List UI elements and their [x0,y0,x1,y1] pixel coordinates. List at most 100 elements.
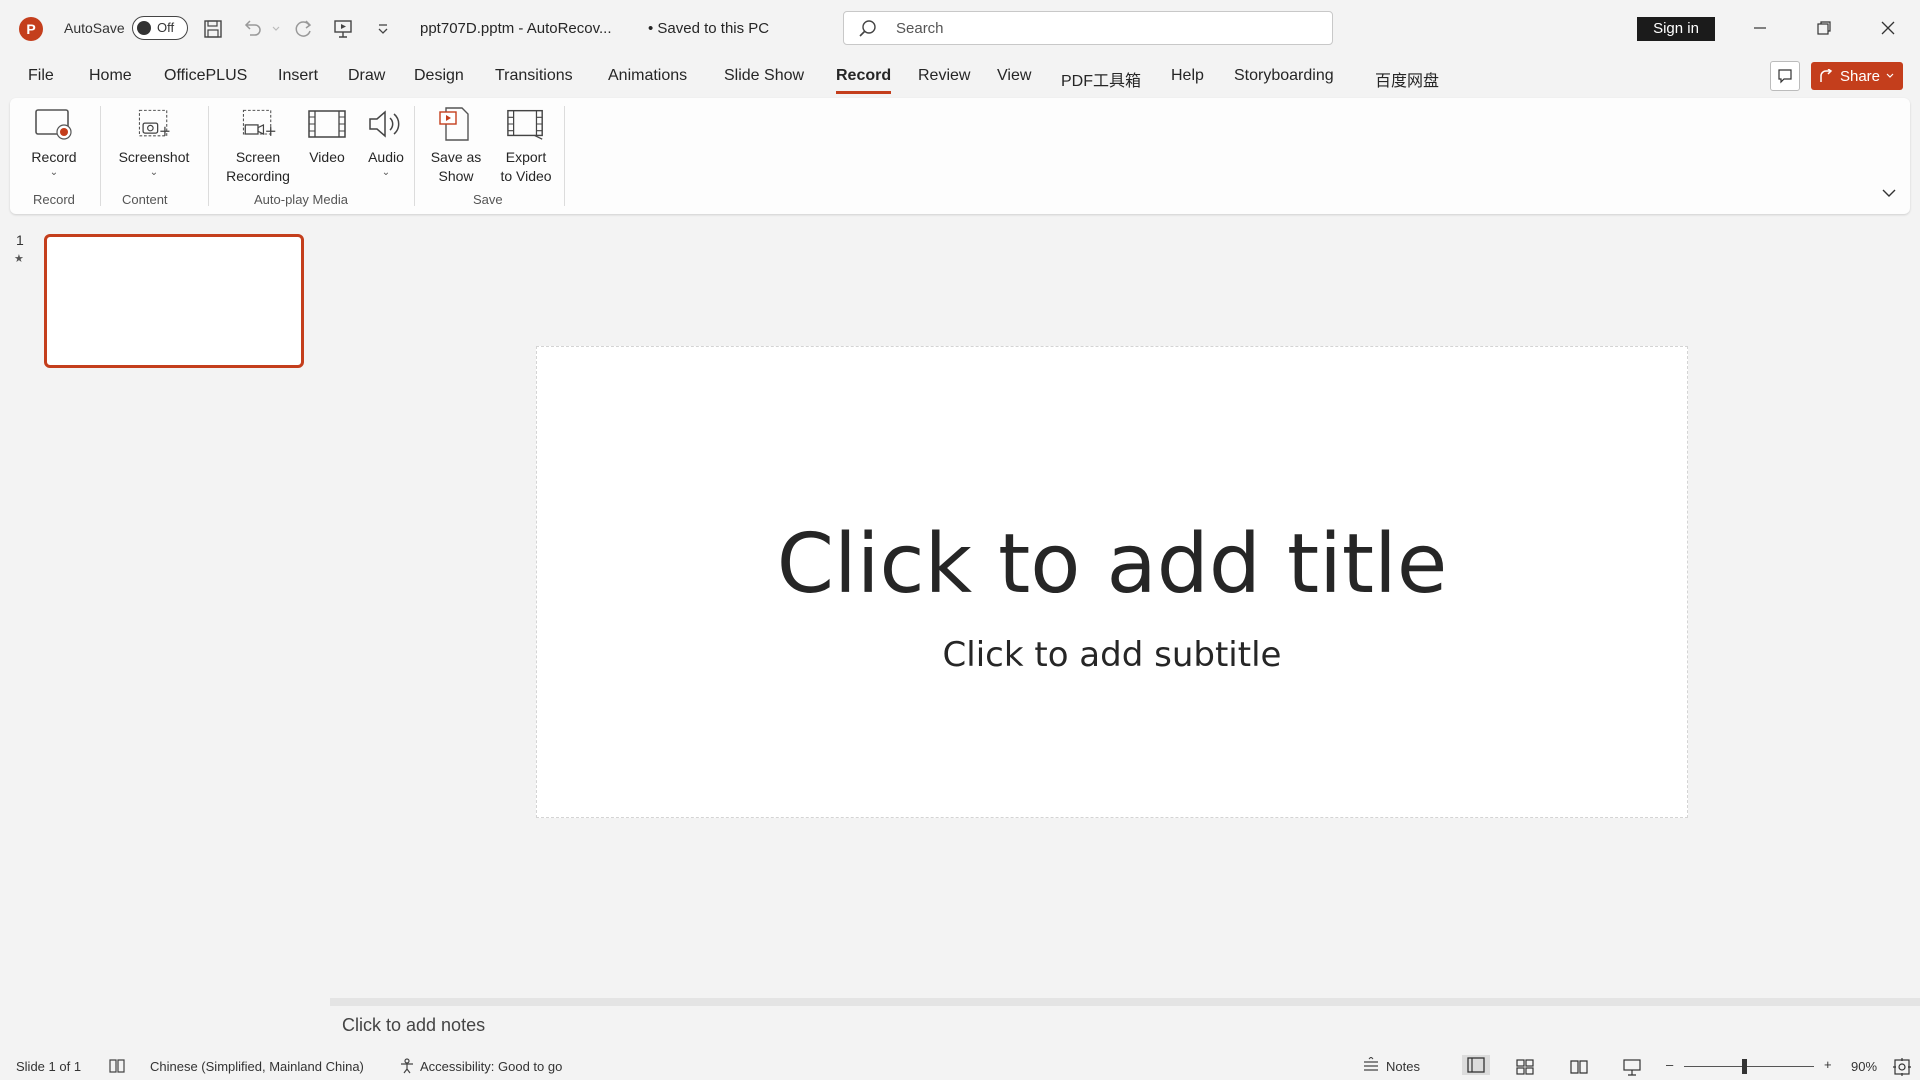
accessibility-icon [398,1057,416,1075]
record-button[interactable]: Record ⌄ [24,104,84,179]
autosave-label: AutoSave [64,20,125,36]
record-label: Record [31,149,77,165]
slide-sorter-icon[interactable] [1515,1057,1535,1077]
group-separator [208,106,209,206]
screenshot-dropdown-icon: ⌄ [149,167,159,178]
export-to-video-label-2: to Video [500,168,552,184]
tab-review[interactable]: Review [918,67,970,91]
zoom-level[interactable]: 90% [1851,1059,1877,1074]
tab-home[interactable]: Home [89,67,132,91]
redo-icon[interactable] [290,16,316,42]
reading-view-icon[interactable] [1569,1057,1589,1077]
tab-baidu-netdisk[interactable]: 百度网盘 [1375,67,1439,97]
save-as-show-icon [436,104,476,144]
accessibility-status[interactable]: Accessibility: Good to go [420,1059,562,1074]
video-button[interactable]: Video [294,104,360,167]
undo-dropdown-icon[interactable] [270,16,282,42]
tab-animations[interactable]: Animations [608,67,687,91]
zoom-slider[interactable] [1684,1066,1814,1067]
search-input[interactable]: Search [896,20,944,37]
toggle-knob [137,21,151,35]
export-to-video-button[interactable]: Export to Video [488,104,564,186]
audio-button[interactable]: Audio ⌄ [354,104,418,179]
video-icon [307,104,347,144]
tab-draw[interactable]: Draw [348,67,385,91]
notes-toggle[interactable]: Notes [1386,1059,1420,1074]
subtitle-placeholder[interactable]: Click to add subtitle [537,635,1687,675]
tab-file[interactable]: File [28,67,54,91]
present-from-beginning-icon[interactable] [330,16,356,42]
minimize-icon[interactable] [1746,14,1774,42]
tab-officeplus[interactable]: OfficePLUS [164,67,247,91]
fit-to-window-icon[interactable] [1892,1057,1912,1077]
tab-view[interactable]: View [997,67,1031,91]
autosave-toggle[interactable]: Off [132,16,188,40]
group-separator [100,106,101,206]
undo-icon[interactable] [240,16,266,42]
slide-counter: Slide 1 of 1 [16,1059,82,1074]
save-as-show-button[interactable]: Save as Show [422,104,490,186]
screen-recording-label-1: Screen [235,149,281,165]
customize-toolbar-icon[interactable] [370,16,396,42]
tab-design[interactable]: Design [414,67,464,91]
ribbon-tabs: File Home OfficePLUS Insert Draw Design … [0,60,1920,94]
app-logo-letter: P [26,21,36,37]
zoom-in-button[interactable]: + [1824,1057,1832,1072]
ribbon: Record ⌄ Screenshot ⌄ Screen Recording V… [10,98,1910,214]
record-dropdown-icon: ⌄ [49,167,59,178]
tab-record[interactable]: Record [836,67,892,94]
record-icon [34,104,74,144]
screenshot-label: Screenshot [118,149,190,165]
save-as-show-label-2: Show [438,168,474,184]
tab-storyboarding[interactable]: Storyboarding [1234,67,1334,91]
screen-recording-button[interactable]: Screen Recording [210,104,306,186]
sign-in-button[interactable]: Sign in [1637,17,1715,41]
document-title[interactable]: ppt707D.pptm - AutoRecov... [420,20,612,37]
tab-slide-show[interactable]: Slide Show [724,67,804,91]
tab-pdf-tools[interactable]: PDF工具箱 [1061,67,1141,97]
language-indicator[interactable]: Chinese (Simplified, Mainland China) [150,1059,364,1074]
save-as-show-label-1: Save as [430,149,482,165]
share-button[interactable]: Share [1811,62,1903,90]
save-icon[interactable] [200,16,226,42]
slide-number: 1 [16,232,24,248]
zoom-out-button[interactable]: – [1666,1057,1673,1072]
audio-label: Audio [368,149,404,165]
share-icon [1820,69,1834,83]
spelling-check-icon[interactable] [108,1057,126,1075]
title-placeholder[interactable]: Click to add title [537,517,1687,612]
group-label-auto-play-media: Auto-play Media [254,192,348,207]
zoom-slider-thumb[interactable] [1742,1059,1747,1074]
comments-button[interactable] [1770,61,1800,91]
restore-icon[interactable] [1810,14,1838,42]
slide-show-view-icon[interactable] [1622,1057,1642,1077]
screenshot-button[interactable]: Screenshot ⌄ [106,104,202,179]
collapse-ribbon-icon[interactable] [1882,188,1896,198]
normal-view-icon[interactable] [1462,1055,1490,1075]
close-icon[interactable] [1874,14,1902,42]
search-box[interactable]: Search [843,11,1333,45]
group-label-record: Record [33,192,75,207]
save-status: • Saved to this PC [648,20,770,37]
powerpoint-logo-icon: P [19,17,43,41]
group-label-save: Save [473,192,503,207]
tab-transitions[interactable]: Transitions [495,67,573,91]
status-bar: Slide 1 of 1 Chinese (Simplified, Mainla… [0,1054,1920,1080]
video-label: Video [309,149,345,165]
notes-icon [1362,1057,1380,1075]
notes-input[interactable]: Click to add notes [342,1015,485,1036]
audio-dropdown-icon: ⌄ [381,167,391,178]
tab-insert[interactable]: Insert [278,67,318,91]
group-separator [414,106,415,206]
export-to-video-label-1: Export [505,149,547,165]
share-label: Share [1839,67,1881,85]
screen-recording-icon [238,104,278,144]
group-separator [564,106,565,206]
slide-thumbnail[interactable] [44,234,304,368]
notes-divider[interactable] [330,998,1920,1006]
slide-canvas[interactable]: Click to add title Click to add subtitle [536,346,1688,818]
tab-help[interactable]: Help [1171,67,1204,91]
group-label-content: Content [122,192,168,207]
comment-icon [1777,68,1793,84]
share-dropdown-icon [1886,73,1894,79]
